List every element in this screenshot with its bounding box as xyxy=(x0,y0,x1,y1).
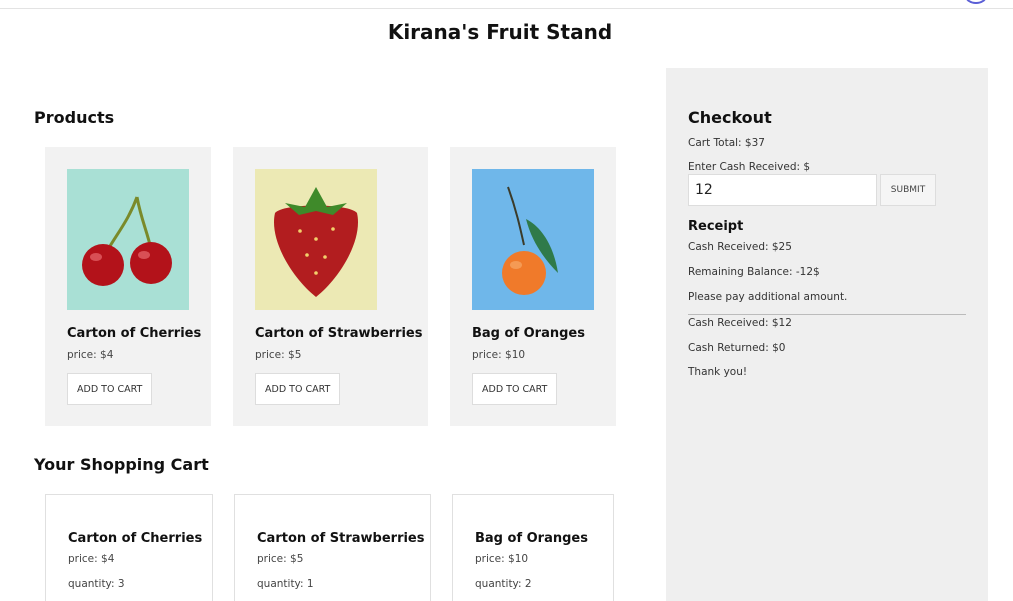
strawberry-image xyxy=(255,169,377,310)
cherries-image xyxy=(67,169,189,310)
cart-total: Cart Total: $37 xyxy=(688,137,765,149)
cart-item-price: price: $5 xyxy=(257,553,304,565)
cart-item-strawberries: Carton of Strawberries price: $5 quantit… xyxy=(234,494,431,601)
cash-received-input[interactable] xyxy=(688,174,877,206)
checkout-panel: Checkout Cart Total: $37 Enter Cash Rece… xyxy=(666,68,988,601)
cart-heading: Your Shopping Cart xyxy=(34,455,209,474)
cart-item-price: price: $4 xyxy=(68,553,115,565)
product-price: price: $4 xyxy=(67,349,114,361)
product-price: price: $10 xyxy=(472,349,526,361)
product-card-strawberries: Carton of Strawberries price: $5 ADD TO … xyxy=(233,147,428,426)
receipt-divider xyxy=(688,314,966,315)
product-card-cherries: Carton of Cherries price: $4 ADD TO CART xyxy=(45,147,211,426)
orange-image xyxy=(472,169,594,310)
receipt-line: Please pay additional amount. xyxy=(688,291,848,303)
cart-item-quantity: quantity: 2 xyxy=(475,578,532,590)
browser-top-bar xyxy=(0,0,1013,9)
cart-item-name: Carton of Cherries xyxy=(68,531,203,546)
cart-item-quantity: quantity: 1 xyxy=(257,578,314,590)
receipt-line: Cash Received: $25 xyxy=(688,241,792,253)
cart-item-quantity: quantity: 3 xyxy=(68,578,125,590)
cart-item-price: price: $10 xyxy=(475,553,529,565)
product-name: Carton of Cherries xyxy=(67,326,202,341)
add-to-cart-button[interactable]: ADD TO CART xyxy=(255,373,341,405)
cart-item-oranges: Bag of Oranges price: $10 quantity: 2 xyxy=(452,494,614,601)
checkout-heading: Checkout xyxy=(688,108,772,127)
site-title: Kirana's Fruit Stand xyxy=(387,20,613,44)
cart-item-name: Bag of Oranges xyxy=(475,531,588,546)
product-card-oranges: Bag of Oranges price: $10 ADD TO CART xyxy=(450,147,616,426)
receipt-line: Thank you! xyxy=(688,366,748,378)
cash-received-label: Enter Cash Received: $ xyxy=(688,161,811,173)
product-name: Carton of Strawberries xyxy=(255,326,423,341)
product-name: Bag of Oranges xyxy=(472,326,585,341)
add-to-cart-button[interactable]: ADD TO CART xyxy=(67,373,153,405)
receipt-heading: Receipt xyxy=(688,219,744,234)
product-price: price: $5 xyxy=(255,349,302,361)
receipt-line: Cash Returned: $0 xyxy=(688,342,786,354)
profile-icon[interactable] xyxy=(965,0,987,4)
receipt-line: Remaining Balance: -12$ xyxy=(688,266,820,278)
add-to-cart-button[interactable]: ADD TO CART xyxy=(472,373,558,405)
cart-item-cherries: Carton of Cherries price: $4 quantity: 3 xyxy=(45,494,213,601)
products-heading: Products xyxy=(34,108,115,127)
receipt-line: Cash Received: $12 xyxy=(688,317,792,329)
cart-item-name: Carton of Strawberries xyxy=(257,531,425,546)
submit-button[interactable]: SUBMIT xyxy=(880,174,936,206)
